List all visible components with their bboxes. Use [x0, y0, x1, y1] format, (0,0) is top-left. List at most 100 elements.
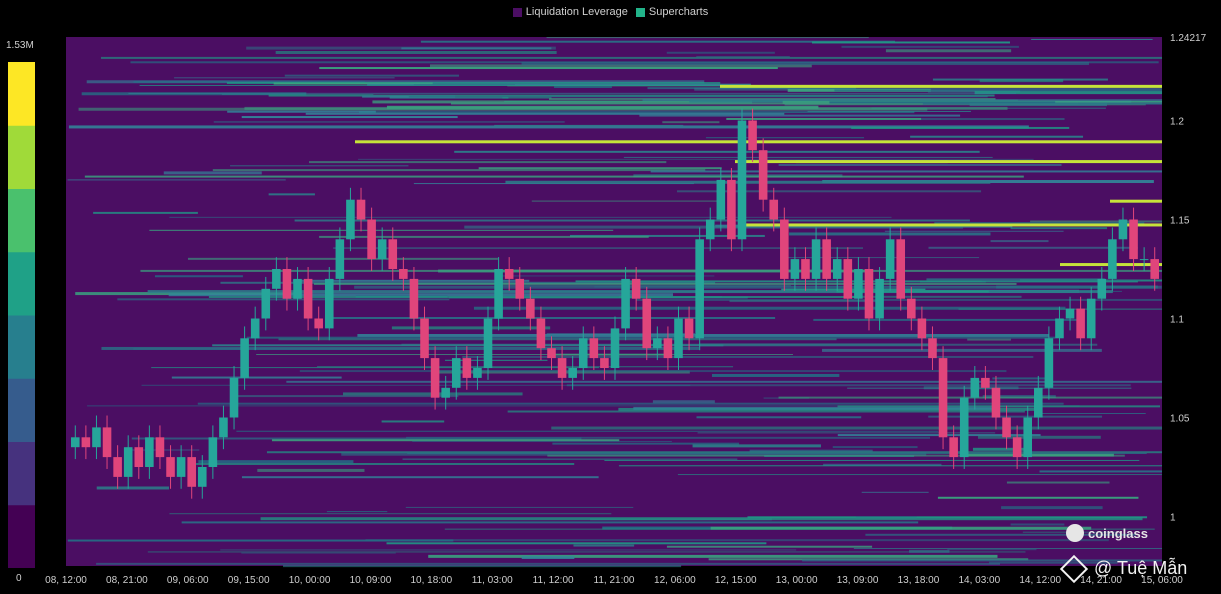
liquidation-band	[454, 150, 980, 153]
y-tick-label: 1.15	[1170, 215, 1190, 226]
liquidation-band	[96, 486, 170, 490]
candle-body	[229, 377, 239, 418]
liquidation-band	[990, 240, 1049, 243]
x-tick-label: 08, 21:00	[106, 575, 148, 586]
liquidation-band	[919, 118, 1065, 121]
liquidation-band	[230, 165, 409, 167]
candle-body	[441, 387, 450, 398]
candle-body	[557, 358, 567, 378]
liquidation-band	[735, 160, 1162, 164]
candle-body	[589, 338, 599, 359]
liquidation-band	[851, 126, 1070, 129]
candle-body	[356, 199, 366, 220]
liquidation-band	[745, 223, 1162, 227]
liquidation-band	[710, 526, 1092, 530]
liquidation-band	[1039, 470, 1162, 473]
candle-body	[483, 318, 493, 368]
credit-text: @ Tuệ Mẫn	[1094, 558, 1188, 578]
liquidation-band	[969, 103, 1108, 107]
candle-body	[1055, 318, 1064, 339]
liquidation-band	[212, 169, 706, 172]
x-tick-label: 12, 15:00	[715, 575, 757, 586]
x-tick-label: 10, 18:00	[410, 575, 452, 586]
liquidation-band	[149, 229, 614, 231]
x-tick-label: 11, 12:00	[533, 575, 574, 586]
candle-body	[420, 318, 429, 359]
candle-body	[959, 397, 969, 458]
x-tick-label: 13, 18:00	[898, 575, 940, 586]
liquidation-band	[1030, 220, 1162, 223]
candle-body	[261, 288, 271, 319]
liquidation-band	[381, 420, 445, 423]
candle-body	[504, 268, 514, 279]
candle-body	[123, 447, 133, 477]
liquidation-band	[812, 41, 1010, 44]
author-credit: @ Tuệ Mẫn	[1059, 554, 1188, 583]
liquidation-band	[947, 549, 1037, 551]
liquidation-band	[319, 67, 778, 70]
liquidation-band	[428, 554, 998, 558]
liquidation-band	[1010, 523, 1065, 526]
liquidation-band	[778, 396, 1162, 399]
liquidation-band	[406, 436, 930, 439]
liquidation-band	[244, 106, 1008, 110]
liquidation-band	[778, 163, 1062, 166]
candle-body	[113, 457, 122, 477]
candle-body	[473, 367, 482, 378]
liquidation-band	[169, 513, 612, 515]
liquidation-band	[100, 56, 1163, 59]
y-tick-label: 1	[1170, 512, 1176, 523]
liquidation-band	[666, 545, 873, 548]
candle-body	[801, 259, 810, 279]
liquidation-band	[128, 92, 1017, 94]
candle-body	[758, 150, 768, 200]
candle-body	[600, 358, 609, 368]
candle-body	[134, 447, 144, 467]
liquidation-band	[169, 216, 892, 218]
x-tick-label: 14, 12:00	[1019, 575, 1061, 586]
liquidation-band	[354, 285, 1162, 289]
candle-body	[663, 338, 673, 359]
liquidation-band	[236, 430, 939, 432]
liquidation-band	[910, 135, 1084, 138]
liquidation-band	[196, 462, 575, 465]
liquidation-band	[633, 406, 992, 410]
liquidation-band	[494, 124, 684, 126]
liquidation-band	[284, 74, 460, 77]
liquidation-band	[1110, 199, 1162, 203]
candle-body	[896, 239, 906, 299]
candle-body	[462, 358, 472, 378]
candle-body	[219, 417, 228, 438]
liquidation-band	[499, 275, 715, 277]
candle-body	[430, 358, 440, 398]
candle-body	[145, 437, 154, 467]
liquidation-band	[618, 465, 1162, 467]
candle-body	[92, 427, 101, 448]
candle-body	[303, 278, 313, 319]
x-tick-label: 12, 06:00	[654, 575, 696, 586]
liquidation-band	[326, 511, 388, 513]
liquidation-band	[271, 439, 620, 442]
x-tick-label: 13, 09:00	[837, 575, 879, 586]
coinglass-logo-icon	[1066, 524, 1084, 542]
candle-body	[907, 298, 916, 319]
liquidation-band	[967, 338, 1011, 341]
candle-body	[1108, 239, 1117, 279]
candle-body	[250, 318, 260, 339]
liquidation-band	[1038, 412, 1146, 414]
liquidation-band	[386, 542, 767, 545]
liquidation-band	[147, 551, 1026, 553]
liquidation-band	[96, 562, 1000, 565]
candle-body	[367, 219, 376, 260]
candle-body	[1076, 308, 1085, 339]
y-tick-label: 1.24217	[1170, 33, 1207, 44]
liquidation-band	[275, 50, 557, 54]
liquidation-band	[677, 474, 1162, 476]
candle-body	[642, 298, 652, 349]
candle-body	[653, 338, 662, 349]
liquidation-band	[313, 282, 1017, 285]
liquidation-band	[67, 179, 286, 181]
liquidation-band	[521, 62, 1090, 66]
liquidation-band	[650, 170, 1162, 173]
candle-body	[526, 298, 535, 319]
